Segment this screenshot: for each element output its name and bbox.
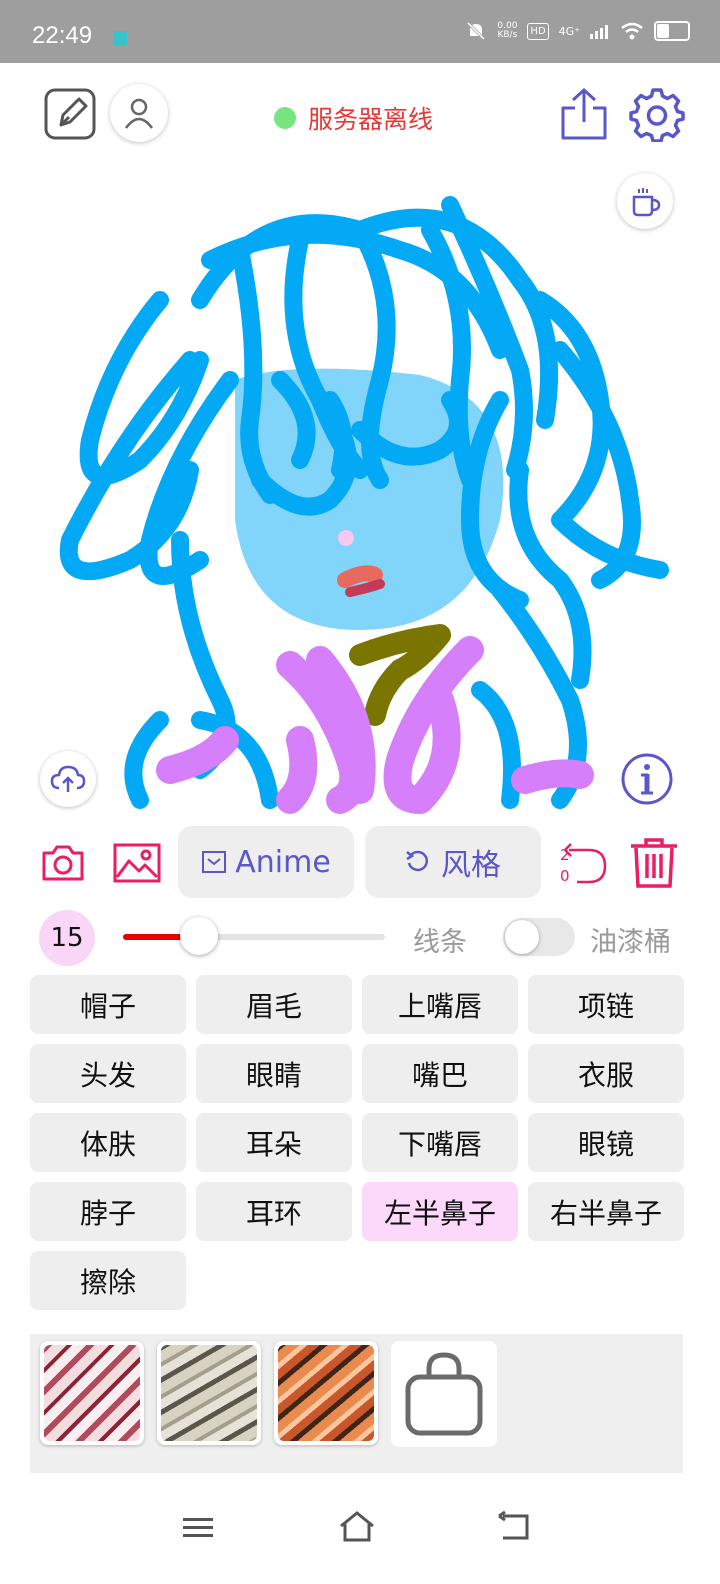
part-button[interactable]: 眉毛 — [196, 975, 352, 1034]
line-mode-label: 线条 — [413, 927, 467, 958]
coffee-cup-icon — [632, 188, 661, 217]
part-button[interactable]: 头发 — [30, 1044, 186, 1103]
share-icon — [561, 87, 607, 140]
gray-marble-texture[interactable] — [157, 1341, 261, 1445]
shop-bag-button[interactable] — [391, 1341, 497, 1447]
back-icon[interactable] — [497, 1510, 533, 1544]
coffee-button[interactable] — [617, 173, 673, 229]
cloud-upload-icon — [50, 765, 86, 792]
refresh-icon — [406, 850, 429, 872]
server-status: 服务器离线 — [274, 100, 433, 136]
bucket-toggle[interactable] — [503, 918, 575, 956]
toggle-knob — [505, 920, 539, 954]
part-button[interactable]: 下嘴唇 — [362, 1113, 518, 1172]
gear-icon — [629, 88, 685, 142]
part-button[interactable]: 擦除 — [30, 1251, 186, 1310]
red-marble-texture[interactable] — [40, 1341, 144, 1445]
battery-icon — [654, 21, 690, 41]
part-button[interactable]: 嘴巴 — [362, 1044, 518, 1103]
clock: 22:49 — [32, 22, 93, 49]
menu-icon[interactable] — [181, 1514, 215, 1542]
status-dot — [274, 107, 296, 129]
undo-count-top: 2 — [560, 846, 570, 864]
hd-badge: HD — [527, 22, 549, 40]
part-button[interactable]: 脖子 — [30, 1182, 186, 1241]
part-button[interactable]: 帽子 — [30, 975, 186, 1034]
network-type: 4G⁺ — [558, 24, 580, 38]
status-bar: 22:49 0.00 KB/s HD 4G⁺ — [0, 0, 720, 63]
part-button[interactable]: 上嘴唇 — [362, 975, 518, 1034]
app-notification-icon — [113, 31, 127, 45]
share-button[interactable] — [558, 86, 610, 142]
gallery-button[interactable] — [112, 840, 162, 886]
signal-icon — [590, 25, 608, 39]
brush-size-badge: 15 — [39, 910, 95, 966]
style-button[interactable]: 风格 — [365, 826, 541, 898]
image-icon — [113, 843, 161, 883]
server-status-text: 服务器离线 — [308, 105, 434, 134]
texture-palette — [30, 1334, 683, 1473]
navigation-bar — [0, 1490, 720, 1584]
speed-unit: KB/s — [497, 30, 518, 40]
part-button[interactable]: 眼镜 — [528, 1113, 684, 1172]
part-selector-grid: 帽子 眉毛 上嘴唇 项链头发 眼睛 嘴巴 衣服体肤 耳朵 下嘴唇 眼镜脖子 耳环 左半鼻子 右半鼻子擦除 — [30, 975, 684, 1310]
brush-size-slider[interactable] — [123, 934, 385, 940]
info-icon — [621, 753, 673, 805]
settings-button[interactable] — [628, 85, 686, 143]
trash-icon — [631, 838, 677, 888]
info-button[interactable] — [620, 752, 674, 806]
undo-button[interactable]: 2 0 — [555, 836, 609, 890]
delete-button[interactable] — [628, 836, 680, 890]
part-button[interactable]: 体肤 — [30, 1113, 186, 1172]
part-button[interactable]: 衣服 — [528, 1044, 684, 1103]
model-button[interactable]: Anime — [178, 826, 354, 898]
part-button[interactable]: 眼睛 — [196, 1044, 352, 1103]
part-button[interactable]: 耳环 — [196, 1182, 352, 1241]
user-icon — [124, 98, 154, 129]
upload-button[interactable] — [40, 751, 96, 807]
part-button[interactable]: 耳朵 — [196, 1113, 352, 1172]
bucket-label: 油漆桶 — [590, 927, 671, 958]
model-label: Anime — [235, 844, 331, 880]
mail-icon — [202, 851, 227, 873]
profile-button[interactable] — [110, 84, 168, 142]
edit-icon[interactable] — [42, 86, 98, 142]
undo-count-bottom: 0 — [560, 867, 570, 885]
style-label: 风格 — [441, 848, 501, 883]
drawing-canvas[interactable] — [30, 160, 690, 816]
part-button[interactable]: 右半鼻子 — [528, 1182, 684, 1241]
sketch-drawing — [59, 196, 669, 814]
part-button[interactable]: 项链 — [528, 975, 684, 1034]
wifi-icon — [621, 22, 643, 40]
slider-thumb[interactable] — [180, 917, 218, 955]
shop-bag-icon — [405, 1352, 483, 1436]
camera-icon — [42, 845, 84, 881]
home-icon[interactable] — [338, 1510, 376, 1544]
orange-marble-texture[interactable] — [274, 1341, 378, 1445]
mute-bell-icon — [467, 21, 486, 41]
network-speed: 0.00 KB/s — [497, 22, 517, 40]
camera-button[interactable] — [40, 840, 86, 886]
part-button[interactable]: 左半鼻子 — [362, 1182, 518, 1241]
